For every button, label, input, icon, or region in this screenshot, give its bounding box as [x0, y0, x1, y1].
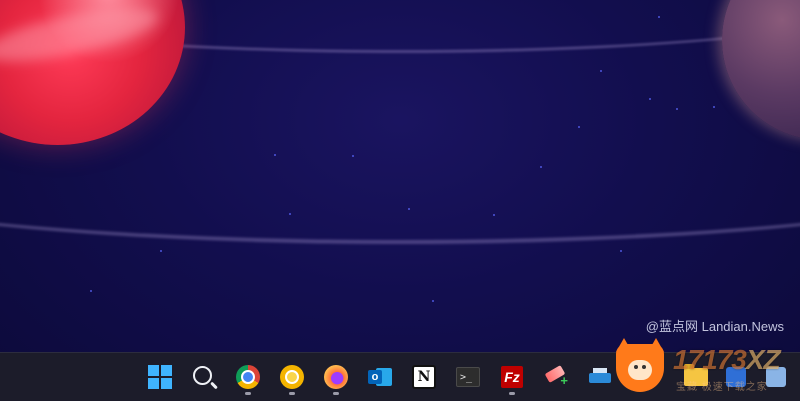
- start-button[interactable]: [140, 357, 180, 397]
- red-planet: [0, 0, 185, 145]
- desktop-wallpaper: @蓝点网 Landian.News: [0, 0, 800, 352]
- search-button[interactable]: [184, 357, 224, 397]
- eraser-icon: +: [544, 365, 568, 388]
- site-mascot-logo: [610, 338, 670, 394]
- star: [600, 70, 602, 72]
- watermark-text: @蓝点网 Landian.News: [645, 319, 784, 334]
- terminal-icon: >_: [456, 367, 480, 387]
- chrome-canary-icon: [280, 365, 304, 389]
- terminal-app[interactable]: >_: [448, 357, 488, 397]
- running-indicator: [333, 392, 339, 395]
- outlook-icon: o: [368, 366, 392, 388]
- chrome-icon: [236, 365, 260, 389]
- eraser-plus-mark: +: [560, 373, 568, 388]
- star: [540, 166, 542, 168]
- running-indicator: [509, 392, 515, 395]
- site-watermark-subtitle: 宝藏 极速下载之家: [676, 382, 768, 393]
- star: [274, 154, 276, 156]
- star: [408, 208, 410, 210]
- running-indicator: [289, 392, 295, 395]
- star: [713, 106, 715, 108]
- star: [432, 300, 434, 302]
- printer-icon: [588, 367, 612, 387]
- chrome-canary-app[interactable]: [272, 357, 312, 397]
- star: [160, 250, 162, 252]
- running-indicator: [245, 392, 251, 395]
- star: [676, 108, 678, 110]
- outlook-icon-letter: o: [368, 370, 382, 384]
- notion-app[interactable]: N: [404, 357, 444, 397]
- notion-icon: N: [412, 365, 436, 389]
- star: [620, 250, 622, 252]
- site-watermark-logo: 17173XZ: [673, 344, 781, 376]
- star: [289, 213, 291, 215]
- filezilla-app[interactable]: Fz: [492, 357, 532, 397]
- outlook-app[interactable]: o: [360, 357, 400, 397]
- purple-planet: [722, 0, 800, 140]
- chrome-app[interactable]: [228, 357, 268, 397]
- star: [578, 126, 580, 128]
- star: [493, 214, 495, 216]
- star: [352, 155, 354, 157]
- windows-logo-icon: [148, 365, 172, 389]
- firefox-app[interactable]: [316, 357, 356, 397]
- site-logo-suffix: XZ: [745, 344, 781, 375]
- star: [658, 16, 660, 18]
- firefox-icon: [324, 365, 348, 389]
- search-icon: [192, 365, 212, 385]
- site-logo-number: 17173: [673, 344, 747, 375]
- filezilla-icon: Fz: [501, 366, 523, 388]
- star: [649, 98, 651, 100]
- eraser-app[interactable]: +: [536, 357, 576, 397]
- star: [90, 290, 92, 292]
